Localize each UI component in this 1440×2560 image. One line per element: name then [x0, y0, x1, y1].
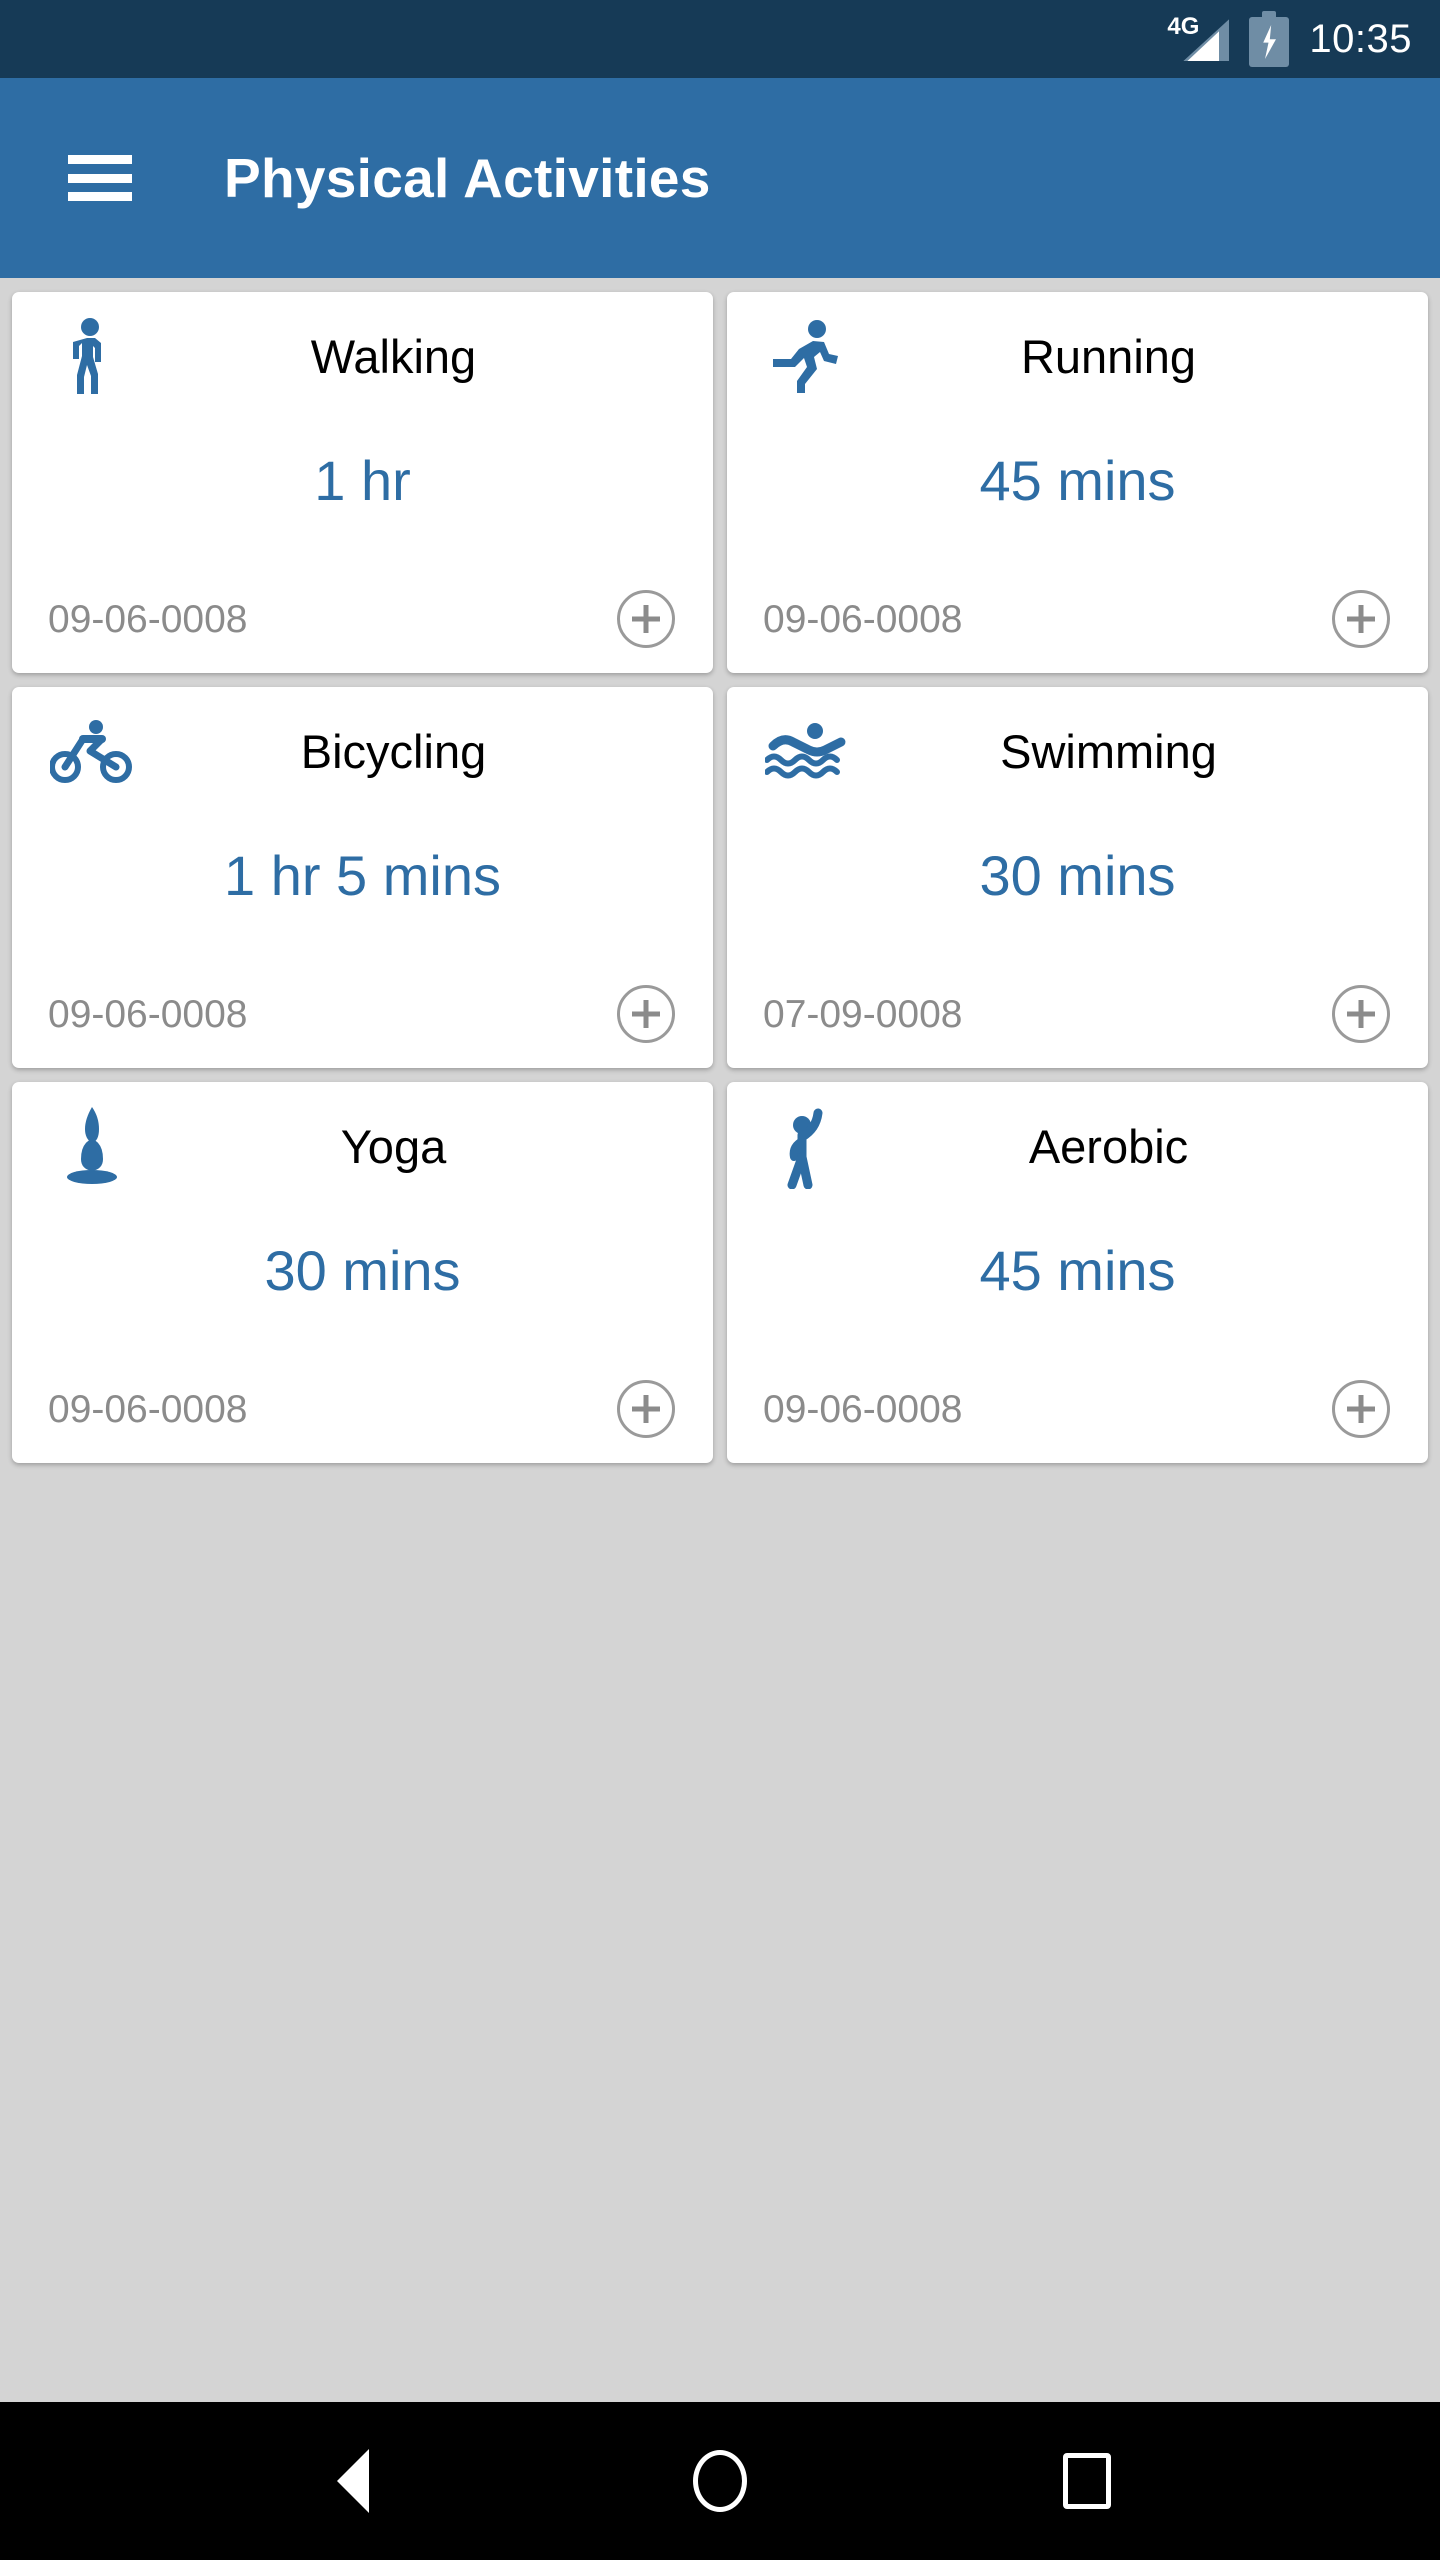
card-header: Yoga [12, 1082, 713, 1212]
card-header: Swimming [727, 687, 1428, 817]
activity-date: 07-09-0008 [763, 992, 963, 1036]
activity-date: 09-06-0008 [48, 1387, 248, 1431]
page-title: Physical Activities [224, 147, 711, 209]
aerobic-icon [765, 1105, 849, 1189]
status-bar-clock: 10:35 [1309, 17, 1412, 61]
activity-card-bicycling[interactable]: Bicycling 1 hr 5 mins 09-06-0008 [12, 687, 713, 1068]
recents-button[interactable] [1027, 2436, 1147, 2526]
card-footer: 09-06-0008 [12, 960, 713, 1068]
activity-card-running[interactable]: Running 45 mins 09-06-0008 [727, 292, 1428, 673]
activity-card-grid: Walking 1 hr 09-06-0008 Running 45 mins [0, 278, 1440, 2402]
hamburger-bar-1 [68, 155, 132, 164]
app-bar: Physical Activities [0, 78, 1440, 278]
swimming-icon [765, 710, 849, 794]
card-footer: 09-06-0008 [12, 1355, 713, 1463]
activity-card-swimming[interactable]: Swimming 30 mins 07-09-0008 [727, 687, 1428, 1068]
activity-duration: 30 mins [979, 843, 1176, 907]
add-activity-button[interactable] [617, 590, 675, 648]
back-button[interactable] [293, 2436, 413, 2526]
hamburger-bar-2 [68, 173, 132, 183]
status-bar-icons: 4G 10:35 [1167, 11, 1412, 67]
activity-date: 09-06-0008 [48, 597, 248, 641]
status-bar: 4G 10:35 [0, 0, 1440, 78]
card-footer: 07-09-0008 [727, 960, 1428, 1068]
activity-name: Bicycling [300, 725, 487, 779]
card-footer: 09-06-0008 [727, 1355, 1428, 1463]
hamburger-menu-icon[interactable] [68, 155, 132, 201]
activity-date: 09-06-0008 [763, 597, 963, 641]
activity-name: Running [1020, 330, 1197, 384]
activity-card-aerobic[interactable]: Aerobic 45 mins 09-06-0008 [727, 1082, 1428, 1463]
running-icon [765, 315, 849, 399]
android-navigation-bar [0, 2402, 1440, 2560]
add-activity-button[interactable] [617, 985, 675, 1043]
battery-charging-icon [1249, 11, 1290, 67]
card-header: Aerobic [727, 1082, 1428, 1212]
activity-date: 09-06-0008 [763, 1387, 963, 1431]
activity-duration: 45 mins [979, 448, 1176, 512]
back-triangle-icon [337, 2449, 370, 2513]
network-type-label: 4G [1167, 13, 1200, 40]
add-activity-button[interactable] [1332, 1380, 1390, 1438]
card-header: Walking [12, 292, 713, 422]
card-header: Bicycling [12, 687, 713, 817]
activity-name: Swimming [1000, 725, 1217, 779]
card-header: Running [727, 292, 1428, 422]
activity-duration: 1 hr 5 mins [224, 843, 501, 907]
walking-icon [50, 315, 134, 399]
phone-screen: 4G 10:35 Physical Activities Walking 1 h… [0, 0, 1440, 2560]
yoga-icon [50, 1105, 134, 1189]
activity-name: Walking [310, 330, 477, 384]
signal-strength-icon: 4G [1167, 13, 1230, 65]
activity-name: Yoga [340, 1120, 447, 1174]
activity-duration: 30 mins [264, 1238, 461, 1302]
recents-square-icon [1062, 2453, 1111, 2509]
activity-card-walking[interactable]: Walking 1 hr 09-06-0008 [12, 292, 713, 673]
home-button[interactable] [660, 2436, 780, 2526]
activity-duration: 45 mins [979, 1238, 1176, 1302]
activity-duration: 1 hr [314, 448, 411, 512]
activity-date: 09-06-0008 [48, 992, 248, 1036]
add-activity-button[interactable] [1332, 590, 1390, 648]
activity-name: Aerobic [1028, 1120, 1189, 1174]
add-activity-button[interactable] [617, 1380, 675, 1438]
activity-card-yoga[interactable]: Yoga 30 mins 09-06-0008 [12, 1082, 713, 1463]
home-circle-icon [692, 2450, 747, 2512]
hamburger-bar-3 [68, 192, 132, 201]
add-activity-button[interactable] [1332, 985, 1390, 1043]
card-footer: 09-06-0008 [727, 565, 1428, 673]
card-footer: 09-06-0008 [12, 565, 713, 673]
bicycling-icon [50, 710, 134, 794]
